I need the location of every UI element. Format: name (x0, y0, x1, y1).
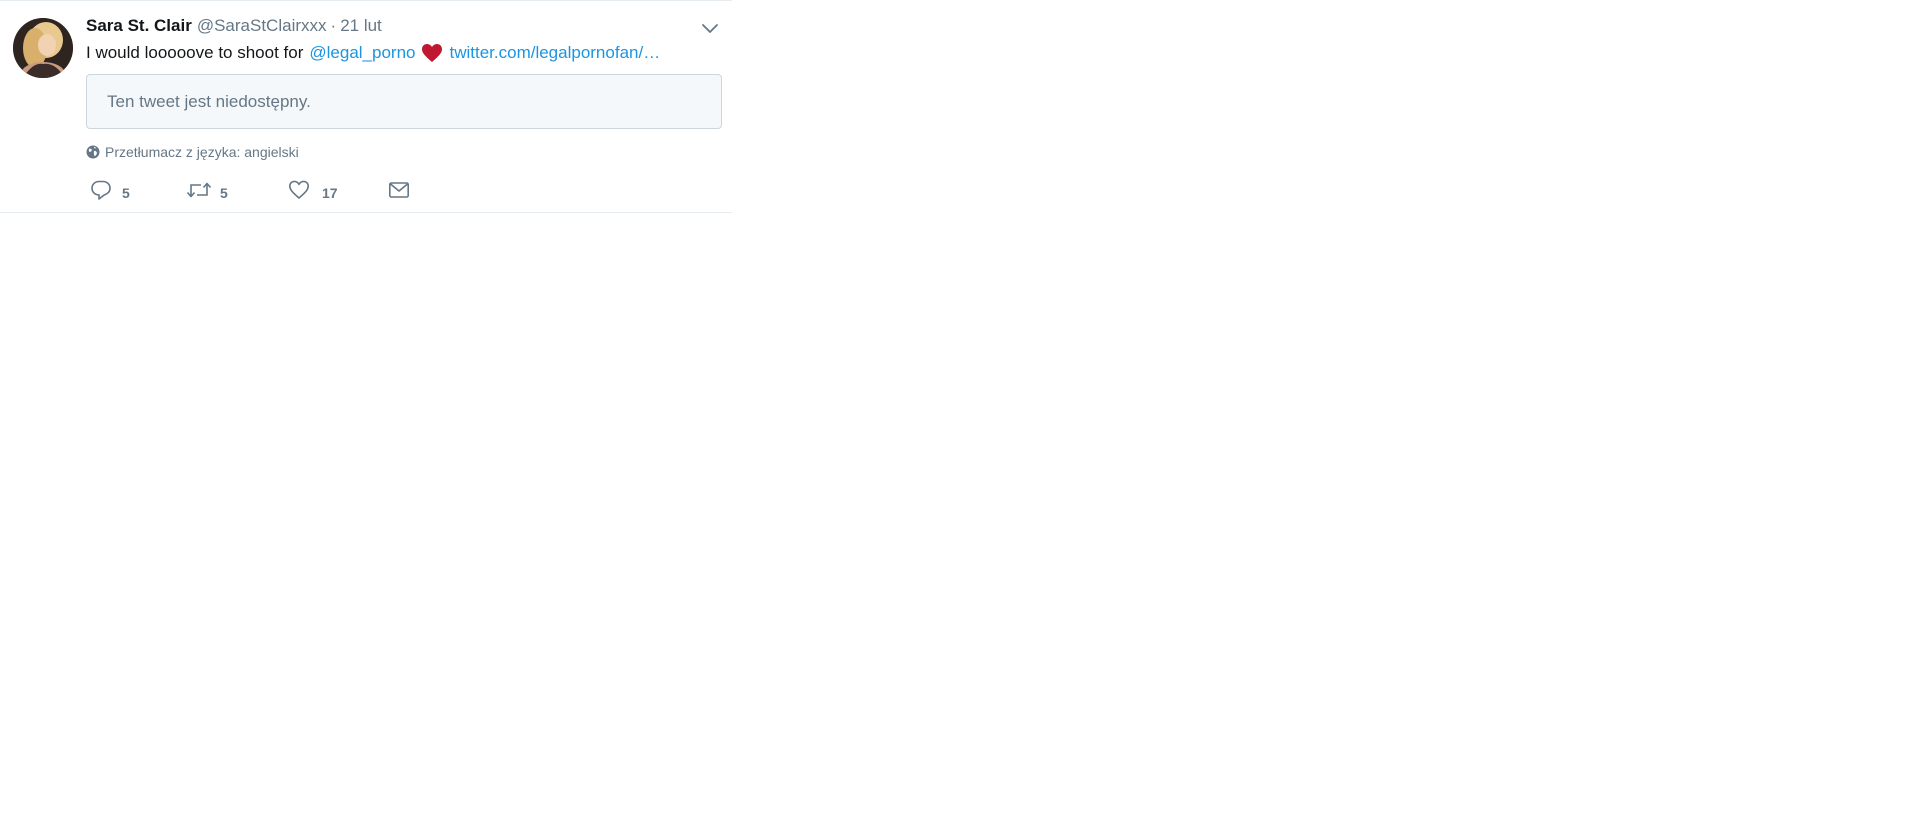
retweet-icon (186, 182, 212, 198)
mention-link[interactable]: @legal_porno (309, 41, 415, 65)
translate-link[interactable]: Przetłumacz z języka: angielski (86, 144, 299, 160)
avatar[interactable] (13, 18, 73, 78)
tweet-header: Sara St. Clair @SaraStClairxxx · 21 lut (86, 16, 382, 40)
retweet-count: 5 (220, 185, 228, 201)
direct-message-button[interactable] (388, 179, 410, 201)
header-separator: · (330, 16, 337, 35)
unavailable-message: Ten tweet jest niedostępny. (107, 91, 311, 111)
quoted-tweet-unavailable: Ten tweet jest niedostępny. (86, 74, 722, 129)
heart-icon (289, 180, 309, 199)
reply-count: 5 (122, 185, 130, 201)
tweet-menu-button[interactable] (700, 21, 720, 37)
avatar-image (13, 18, 73, 78)
globe-icon (86, 145, 100, 159)
like-button[interactable]: 17 (288, 179, 338, 201)
timestamp[interactable]: 21 lut (340, 16, 382, 36)
translate-label: Przetłumacz z języka: angielski (105, 144, 299, 160)
tweet-text: I would looooove to shoot for @legal_por… (86, 41, 660, 65)
quoted-tweet-link[interactable]: twitter.com/legalpornofan/… (449, 41, 660, 65)
envelope-icon (388, 182, 409, 198)
reply-button[interactable]: 5 (90, 179, 130, 201)
retweet-button[interactable]: 5 (186, 179, 228, 201)
display-name[interactable]: Sara St. Clair (86, 16, 192, 36)
like-count: 17 (322, 185, 338, 201)
reply-icon (91, 180, 111, 200)
red-heart-icon (421, 43, 443, 63)
user-handle[interactable]: @SaraStClairxxx (197, 16, 327, 36)
tweet-text-body: I would looooove to shoot for (86, 43, 304, 62)
chevron-down-icon (702, 24, 718, 33)
tweet[interactable]: Sara St. Clair @SaraStClairxxx · 21 lut … (0, 0, 732, 213)
